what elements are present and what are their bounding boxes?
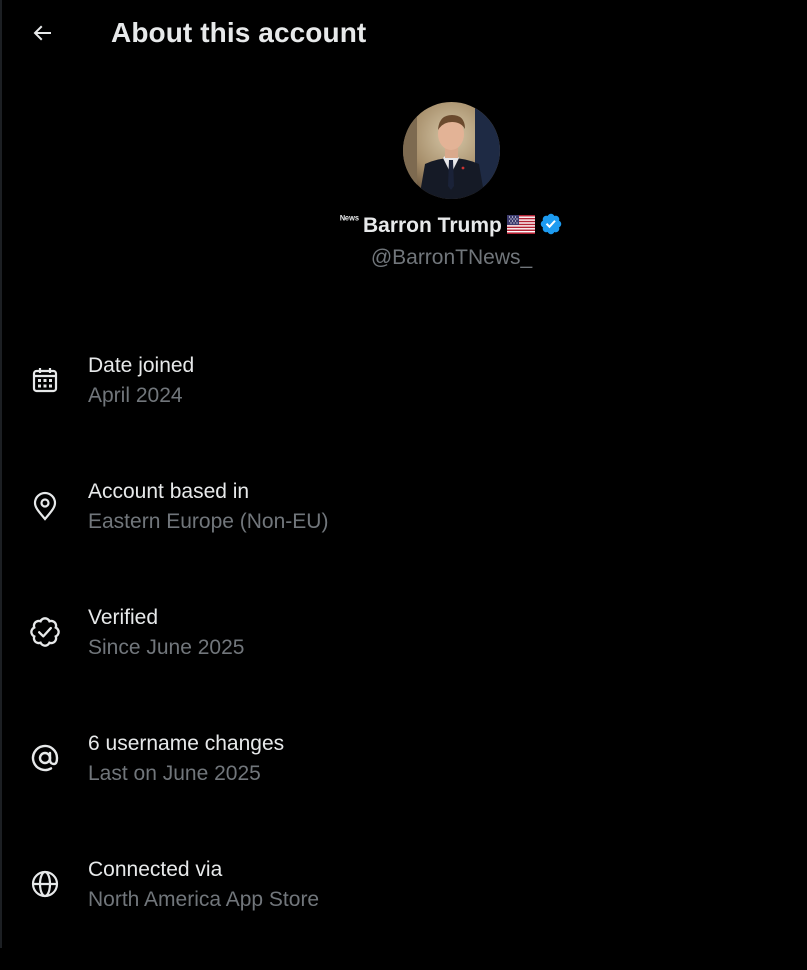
back-button[interactable] (22, 13, 62, 53)
globe-icon (29, 868, 61, 900)
info-value: Last on June 2025 (88, 762, 261, 785)
location-pin-icon (29, 490, 61, 522)
us-flag-icon (506, 215, 535, 234)
header: About this account (0, 0, 807, 68)
avatar[interactable] (403, 102, 500, 199)
profile-summary: ᴺᵉʷˢ Barron Trump @BarronTNews_ (0, 100, 807, 280)
name-row: ᴺᵉʷˢ Barron Trump (0, 212, 807, 238)
at-sign-icon (29, 742, 61, 774)
verified-badge-icon[interactable] (539, 212, 563, 236)
info-value: April 2024 (88, 384, 183, 407)
info-item-date-joined: Date joined April 2024 (0, 340, 807, 466)
verified-check-icon (29, 616, 61, 648)
arrow-left-icon (33, 25, 51, 41)
info-title: Date joined (88, 354, 195, 377)
info-title: 6 username changes (88, 732, 285, 755)
info-value: North America App Store (88, 888, 320, 911)
info-title: Connected via (88, 858, 223, 881)
info-item-verified: Verified Since June 2025 (0, 592, 807, 718)
handle: @BarronTNews_ (370, 246, 533, 269)
info-item-account-based-in: Account based in Eastern Europe (Non-EU) (0, 466, 807, 592)
info-title: Verified (88, 606, 159, 629)
info-item-username-changes: 6 username changes Last on June 2025 (0, 718, 807, 844)
info-title: Account based in (88, 480, 250, 503)
info-value: Eastern Europe (Non-EU) (88, 510, 329, 533)
account-info-list: Date joined April 2024 Account based in … (0, 340, 807, 970)
page-title: About this account (111, 17, 367, 48)
display-name: Barron Trump (362, 214, 502, 237)
news-tag: ᴺᵉʷˢ (340, 214, 359, 226)
avatar-image (403, 102, 500, 199)
info-item-connected-via: Connected via North America App Store (0, 844, 807, 970)
calendar-icon (29, 364, 61, 396)
info-value: Since June 2025 (88, 636, 245, 659)
